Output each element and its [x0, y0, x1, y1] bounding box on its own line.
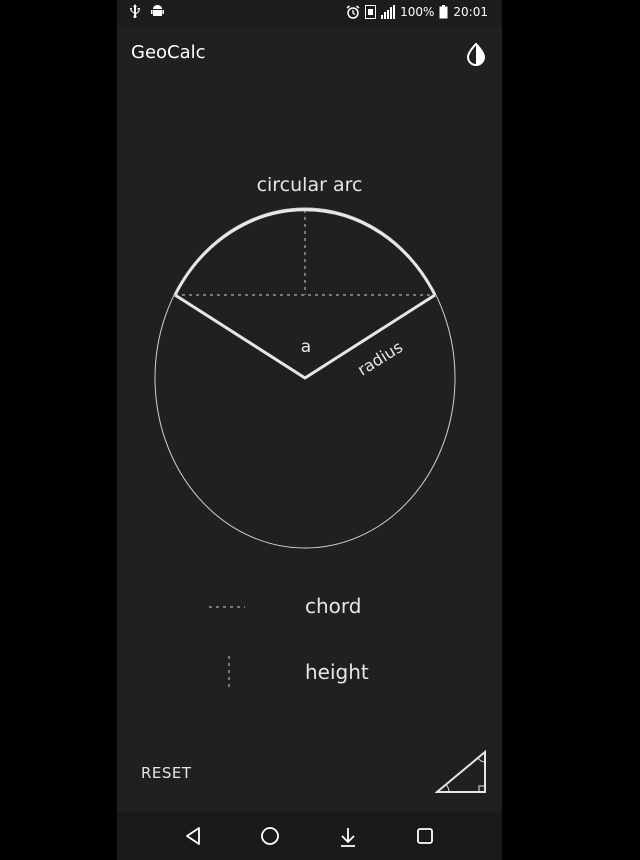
height-label: height [305, 660, 369, 684]
navigation-bar [117, 812, 502, 860]
android-debug-icon [151, 5, 164, 16]
download-icon[interactable] [336, 824, 360, 848]
app-title: GeoCalc [131, 42, 206, 63]
back-icon[interactable] [181, 824, 205, 848]
app-screen: 100% 20:01 GeoCalc circular arc a radius [117, 0, 502, 860]
signal-icon [381, 5, 396, 19]
recents-icon[interactable] [413, 824, 437, 848]
sim-icon [365, 5, 377, 19]
angle-label: a [301, 337, 311, 357]
circular-arc-diagram: a radius [154, 207, 456, 549]
chord-label: chord [305, 594, 362, 618]
right-triangle-icon[interactable] [435, 748, 489, 796]
chord-dash-icon [209, 606, 245, 608]
home-icon[interactable] [258, 824, 282, 848]
status-bar: 100% 20:01 [117, 0, 502, 26]
theme-toggle-icon[interactable] [464, 42, 488, 66]
usb-icon [130, 4, 140, 18]
radius-label: radius [354, 337, 406, 379]
clock: 20:01 [453, 5, 488, 19]
legend-item-chord[interactable]: chord [117, 590, 502, 624]
legend-item-height[interactable]: height [117, 656, 502, 690]
reset-button[interactable]: RESET [141, 764, 192, 782]
height-dash-icon [228, 656, 230, 688]
battery-percent: 100% [400, 5, 435, 19]
alarm-icon [346, 5, 360, 19]
battery-icon [439, 5, 448, 19]
